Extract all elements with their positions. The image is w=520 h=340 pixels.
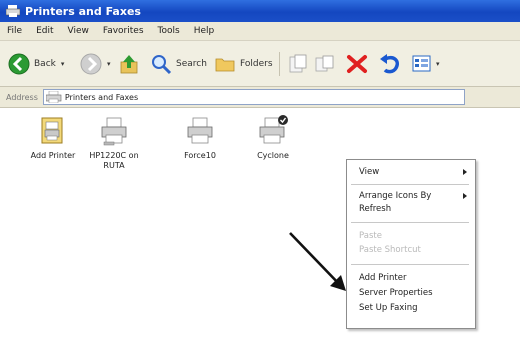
chevron-down-icon[interactable]: ▾: [107, 60, 111, 68]
printer-folder-icon: [5, 5, 21, 17]
chevron-down-icon[interactable]: ▾: [61, 60, 65, 68]
delete-x-icon: [347, 55, 367, 73]
toolbar-separator: [279, 52, 280, 76]
up-folder-icon: [120, 55, 138, 74]
search-icon: [152, 55, 172, 75]
menu-tools[interactable]: Tools: [151, 26, 187, 36]
menu-item-paste[interactable]: Paste: [359, 230, 382, 242]
printer-icon: [259, 115, 288, 144]
menu-item-view[interactable]: View: [359, 166, 379, 178]
menu-view[interactable]: View: [61, 26, 96, 36]
folders-label: Folders: [240, 59, 273, 69]
window-title: Printers and Faxes: [25, 4, 141, 18]
menu-item-refresh[interactable]: Refresh: [359, 203, 391, 215]
printer-icon: [187, 117, 213, 144]
printer-item-add-printer[interactable]: Add Printer: [18, 116, 88, 161]
printer-label: HP1220C on RUTA: [89, 151, 139, 170]
address-value: Printers and Faxes: [64, 92, 139, 102]
folders-icon: [215, 58, 235, 72]
context-menu: View Arrange Icons By Refresh Paste Past…: [346, 159, 476, 329]
move-to-icon: [289, 54, 307, 73]
annotation-arrow-icon: [289, 232, 346, 291]
address-input[interactable]: Printers and Faxes: [42, 89, 465, 105]
submenu-arrow-icon: [463, 193, 467, 199]
undo-button[interactable]: [378, 53, 402, 75]
folders-button[interactable]: Folders: [214, 53, 273, 75]
undo-icon: [380, 54, 399, 74]
copy-to-icon: [315, 55, 334, 72]
copy-to-button[interactable]: [315, 54, 335, 74]
title-bar[interactable]: Printers and Faxes: [0, 0, 520, 22]
printer-item-hp1220c[interactable]: HP1220C on RUTA: [79, 116, 149, 171]
add-printer-icon: [41, 117, 63, 144]
printer-label: Force10: [184, 151, 216, 160]
menu-item-add-printer[interactable]: Add Printer: [359, 272, 406, 284]
printer-label: Cyclone: [257, 151, 289, 160]
menu-item-set-up-faxing[interactable]: Set Up Faxing: [359, 302, 417, 314]
submenu-arrow-icon: [463, 169, 467, 175]
menu-bar: File Edit View Favorites Tools Help: [0, 22, 520, 41]
printer-item-cyclone[interactable]: Cyclone: [238, 114, 308, 161]
menu-favorites[interactable]: Favorites: [96, 26, 151, 36]
search-button[interactable]: Search: [150, 53, 207, 75]
views-icon: [412, 55, 431, 72]
back-button[interactable]: Back ▾: [8, 53, 64, 75]
menu-item-arrange-icons[interactable]: Arrange Icons By: [359, 190, 431, 202]
chevron-down-icon[interactable]: ▾: [436, 60, 440, 68]
menu-separator: [351, 222, 469, 223]
printer-label: Add Printer: [30, 151, 76, 160]
printer-item-force10[interactable]: Force10: [165, 116, 235, 161]
forward-arrow-icon: [80, 53, 102, 75]
menu-separator: [351, 264, 469, 265]
menu-edit[interactable]: Edit: [29, 26, 60, 36]
menu-help[interactable]: Help: [187, 26, 222, 36]
forward-button[interactable]: ▾: [80, 53, 111, 75]
up-button[interactable]: [118, 53, 140, 75]
menu-item-paste-shortcut[interactable]: Paste Shortcut: [359, 244, 421, 256]
search-label: Search: [176, 59, 207, 69]
address-bar: Address Printers and Faxes: [0, 87, 520, 108]
printer-folder-icon: [45, 91, 62, 103]
address-label: Address: [6, 92, 38, 102]
menu-separator: [351, 184, 469, 185]
views-button[interactable]: ▾: [412, 53, 440, 75]
menu-file[interactable]: File: [0, 26, 29, 36]
menu-item-server-properties[interactable]: Server Properties: [359, 287, 433, 299]
printer-icon: [101, 117, 127, 146]
back-arrow-icon: [8, 53, 30, 75]
delete-button[interactable]: [346, 53, 368, 75]
back-label: Back: [34, 59, 56, 69]
move-to-button[interactable]: [288, 54, 308, 74]
